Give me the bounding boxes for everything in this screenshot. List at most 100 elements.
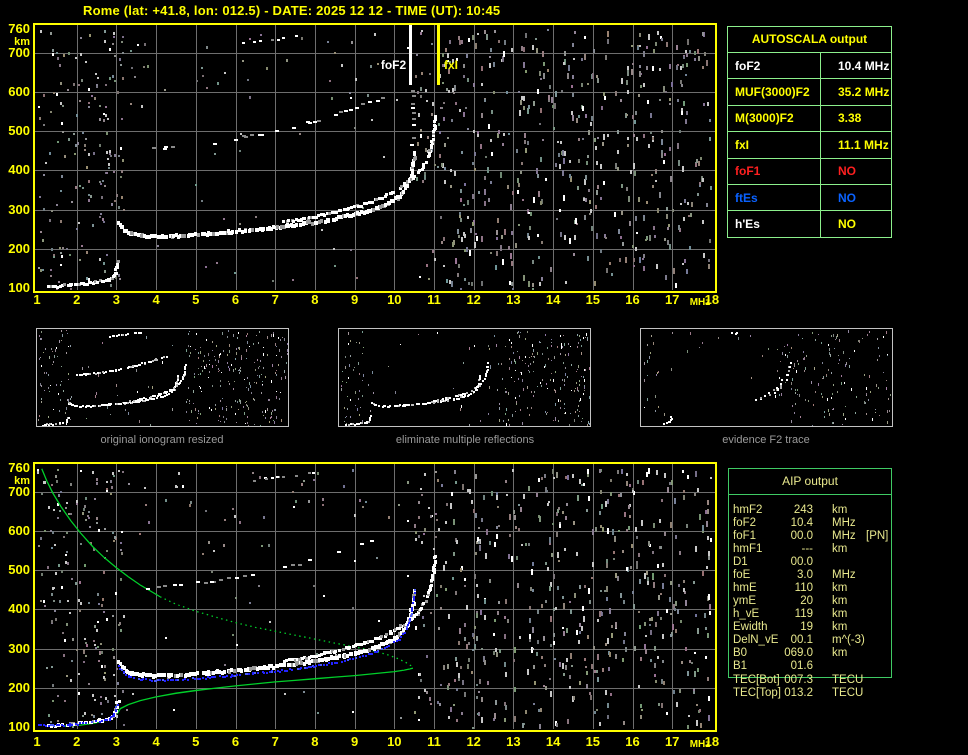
autoscala-row-label: MUF(3000)F2 (728, 79, 821, 104)
x-tick-label: 8 (311, 293, 318, 307)
x-tick-label: 5 (192, 293, 199, 307)
x-tick-label: 8 (311, 735, 318, 749)
aip-row: Ewidth19km (728, 621, 928, 634)
x-tick-label: 3 (113, 293, 120, 307)
aip-row-unit: MHz (832, 517, 856, 530)
x-axis-unit-label: MHz (690, 297, 711, 308)
autoscala-result-screen: Rome (lat: +41.8, lon: 012.5) - DATE: 20… (0, 0, 968, 755)
x-tick-label: 16 (625, 293, 639, 307)
y-tick-label: 100 (0, 720, 30, 734)
x-tick-label: 2 (73, 293, 80, 307)
aip-row-value: 20 (728, 595, 813, 608)
autoscala-row-value: 3.38 (821, 106, 861, 131)
aip-row-value: 01.6 (728, 660, 813, 673)
aip-row-value: 110 (728, 582, 813, 595)
x-tick-label: 16 (625, 735, 639, 749)
x-tick-label: 4 (152, 293, 159, 307)
aip-row: D100.0 (728, 556, 928, 569)
y-tick-label: 300 (0, 642, 30, 656)
x-tick-label: 14 (546, 293, 560, 307)
autoscala-row: h'EsNO (728, 210, 891, 236)
x-axis-unit-label: MHz (690, 739, 711, 750)
autoscala-row: MUF(3000)F235.2 MHz (728, 78, 891, 104)
x-tick-label: 4 (152, 735, 159, 749)
autoscala-row-label: foF1 (728, 159, 821, 184)
aip-row-value: 19 (728, 621, 813, 634)
autoscala-row: M(3000)F23.38 (728, 105, 891, 131)
aip-row-unit: TECU (832, 687, 863, 700)
bottom-plot-x-axis: 123456789101112131415161718MHz (33, 735, 733, 753)
fxi-marker-label: fxI (444, 58, 458, 72)
aip-row: ymE20km (728, 595, 928, 608)
autoscala-row: foF1NO (728, 158, 891, 184)
x-tick-label: 17 (665, 293, 679, 307)
autoscala-row-label: h'Es (728, 211, 821, 236)
aip-row: hmF2243km (728, 504, 928, 517)
aip-row: hmE110km (728, 582, 928, 595)
x-tick-label: 15 (586, 735, 600, 749)
aip-row-value: 243 (728, 504, 813, 517)
aip-row: TEC[Bot]007.3TECU (728, 674, 928, 687)
aip-row-value: 069.0 (728, 647, 813, 660)
autoscala-row-value: 10.4 MHz (821, 53, 889, 78)
y-tick-label: 400 (0, 602, 30, 616)
autoscala-table-rows: foF210.4 MHzMUF(3000)F235.2 MHzM(3000)F2… (728, 53, 891, 237)
x-tick-label: 13 (506, 735, 520, 749)
page-title: Rome (lat: +41.8, lon: 012.5) - DATE: 20… (83, 3, 500, 18)
thumbnail-evidence-f2-trace (640, 328, 893, 427)
x-tick-label: 9 (351, 735, 358, 749)
x-tick-label: 12 (466, 293, 480, 307)
x-tick-label: 3 (113, 735, 120, 749)
y-axis-unit-label: km (0, 475, 30, 487)
y-tick-label: 400 (0, 163, 30, 177)
autoscala-row: ftEsNO (728, 184, 891, 210)
thumbnail-original-ionogram (36, 328, 289, 427)
aip-row-unit: MHz (832, 569, 856, 582)
aip-row: foF210.4MHz (728, 517, 928, 530)
x-tick-label: 6 (232, 293, 239, 307)
y-tick-label: 200 (0, 242, 30, 256)
autoscala-row: fxI11.1 MHz (728, 131, 891, 157)
x-tick-label: 6 (232, 735, 239, 749)
x-tick-label: 5 (192, 735, 199, 749)
aip-row-unit: km (832, 608, 847, 621)
top-ionogram-canvas (33, 23, 717, 293)
aip-row-value: 10.4 (728, 517, 813, 530)
aip-row: B0069.0km (728, 647, 928, 660)
aip-row: DelN_vE00.1m^(-3) (728, 634, 928, 647)
aip-row-unit: km (832, 647, 847, 660)
autoscala-row-value: NO (821, 211, 856, 236)
aip-title-divider (728, 494, 892, 495)
y-tick-label: 200 (0, 681, 30, 695)
top-plot-y-axis: 760700600500400300200100km (0, 23, 31, 293)
aip-row: TEC[Top]013.2TECU (728, 687, 928, 700)
aip-row-unit: TECU (832, 674, 863, 687)
x-tick-label: 1 (33, 293, 40, 307)
x-tick-label: 13 (506, 293, 520, 307)
x-tick-label: 11 (427, 735, 441, 749)
aip-row-value: 00.0 (728, 556, 813, 569)
y-tick-label: 300 (0, 203, 30, 217)
y-tick-label: 600 (0, 85, 30, 99)
y-tick-label: 600 (0, 524, 30, 538)
aip-table-title: AIP output (728, 474, 892, 488)
autoscala-row-label: M(3000)F2 (728, 106, 821, 131)
aip-row-unit: MHz (832, 530, 856, 543)
x-tick-label: 15 (586, 293, 600, 307)
aip-row-value: 007.3 (728, 674, 813, 687)
y-tick-label: 500 (0, 124, 30, 138)
x-tick-label: 10 (387, 293, 401, 307)
aip-row-unit: m^(-3) (832, 634, 865, 647)
y-tick-label: 500 (0, 563, 30, 577)
aip-row-value: 00.0 (728, 530, 813, 543)
autoscala-row-label: fxI (728, 132, 821, 157)
thumbnail-caption-original: original ionogram resized (101, 434, 224, 446)
x-tick-label: 7 (272, 293, 279, 307)
aip-row: foF100.0MHz[PN] (728, 530, 928, 543)
y-axis-unit-label: km (0, 36, 30, 48)
autoscala-row-label: ftEs (728, 185, 821, 210)
autoscala-output-table: AUTOSCALA output foF210.4 MHzMUF(3000)F2… (727, 26, 892, 238)
thumbnail-caption-evidence: evidence F2 trace (722, 434, 809, 446)
aip-row: hmF1---km (728, 543, 928, 556)
aip-row-unit: km (832, 621, 847, 634)
